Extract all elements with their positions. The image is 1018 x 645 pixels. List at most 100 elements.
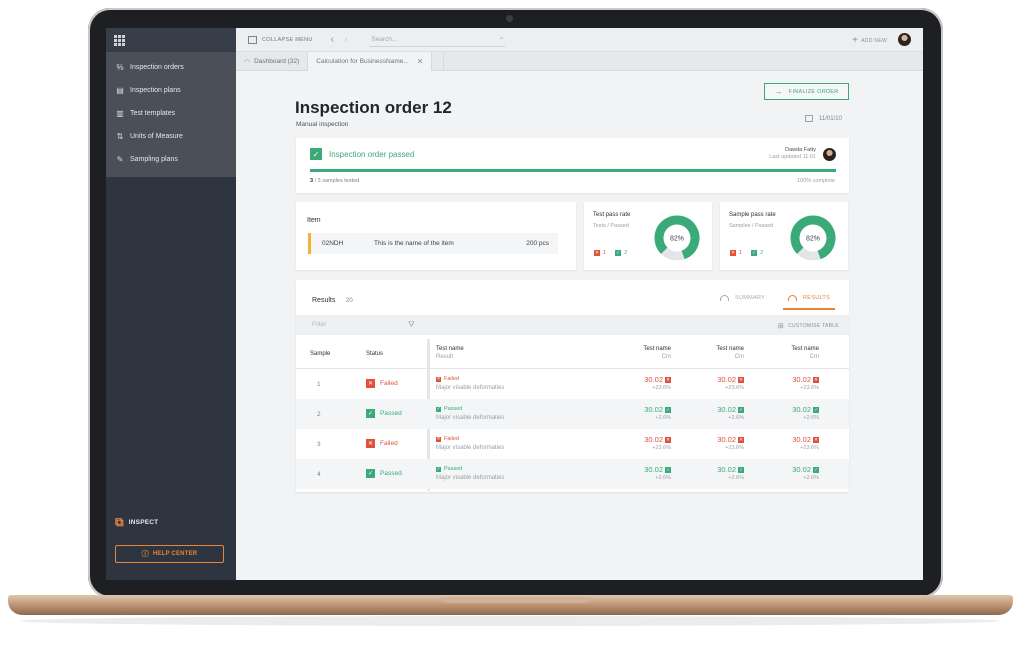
value-percent: +2.6% [803, 415, 819, 421]
value: 30.02 ✓ [631, 405, 671, 414]
results-count: 20 [346, 298, 353, 304]
status-badge: ✕ Failed [366, 379, 398, 388]
sidebar-item-units-of-measure[interactable]: ⇅ Units of Measure [106, 125, 236, 148]
value-percent: +2.6% [728, 475, 744, 481]
value-percent: +2.6% [728, 415, 744, 421]
status-badge: ✕ Failed [366, 439, 398, 448]
rate-title: Sample pass rate [729, 212, 776, 218]
finalize-label: FINALIZE ORDER [788, 88, 839, 95]
sidebar-item-sampling-plans[interactable]: ✎ Sampling plans [106, 148, 236, 171]
value-number: 30.02 [792, 405, 811, 414]
value: 30.02 ✓ [779, 405, 819, 414]
item-row[interactable]: 02NDH This is the name of the item 200 p… [308, 233, 558, 254]
header-col2-sub: Cm [734, 354, 744, 360]
tab-bar: ◠ Dashboard (32) Calculation for Busines… [236, 52, 923, 71]
search-icon[interactable]: ⌕ [500, 35, 504, 43]
table-row[interactable]: 1 ✕ Failed ✕ Failed Major visable deformaties… [296, 369, 849, 399]
search-placeholder: Search... [371, 35, 398, 43]
add-new-button[interactable]: + ADD NEW [852, 35, 887, 46]
sidebar-item-inspection-plans[interactable]: ▤ Inspection plans [106, 79, 236, 102]
failed-icon: ✕ [594, 250, 600, 256]
collapse-menu-button[interactable]: COLLAPSE MENU [248, 35, 313, 44]
sidebar-item-inspection-orders[interactable]: % Inspection orders [106, 56, 236, 79]
test-value: 30.02 ✕ +23.6% [779, 435, 819, 451]
header-col2-name: Test name [716, 346, 744, 352]
passed-icon: ✓ [738, 406, 744, 413]
table-row[interactable]: 4 ✓ Passed ✓ Passed Major visable deformaties… [296, 459, 849, 489]
back-arrow-icon[interactable]: ‹ [331, 34, 334, 45]
tab-results-label: RESULTS [803, 295, 831, 301]
results-title: Results [312, 297, 336, 304]
filter-input[interactable]: Filter [312, 321, 326, 328]
value-number: 30.02 [792, 435, 811, 444]
camera [506, 15, 513, 22]
test-value: 30.02 ✓ +2.6% [779, 465, 819, 481]
passed-icon: ✓ [813, 406, 819, 413]
forward-arrow-icon[interactable]: › [344, 34, 347, 45]
header-status: Status [366, 351, 384, 357]
passed-icon: ✓ [366, 469, 375, 478]
user-avatar[interactable] [898, 33, 911, 46]
result-text: Passed [444, 466, 463, 472]
samples-done: 3 [310, 178, 314, 184]
samples-tested: 3 / 3 samples tested [310, 178, 359, 184]
table-row[interactable]: 2 ✓ Passed ✓ Passed Major visable deformaties… [296, 399, 849, 429]
progress-bar [310, 169, 836, 172]
customise-icon: ⊞ [777, 323, 785, 330]
new-tab-button[interactable] [432, 52, 445, 71]
close-icon[interactable]: ✕ [417, 57, 424, 66]
tab-results[interactable]: RESULTS [788, 295, 830, 301]
failed-icon: ✕ [436, 436, 441, 442]
header-test-sub: Result [436, 354, 454, 360]
header-col1-sub: Cm [661, 354, 671, 360]
value-number: 30.02 [644, 435, 663, 444]
test-value: 30.02 ✕ +23.6% [704, 375, 744, 391]
value: 30.02 ✕ [631, 375, 671, 384]
passed-icon: ✓ [813, 466, 819, 473]
failed-icon: ✕ [366, 379, 375, 388]
tab-summary[interactable]: SUMMARY [720, 295, 765, 301]
document-icon: ▤ [116, 86, 124, 95]
customise-table-button[interactable]: ⊞ CUSTOMISE TABLE [778, 322, 839, 330]
table-body: 1 ✕ Failed ✕ Failed Major visable deformaties… [296, 369, 849, 489]
app-grid-icon[interactable] [114, 34, 125, 46]
passed-count: 2 [624, 250, 628, 256]
value-percent: +23.6% [800, 445, 819, 451]
search-input[interactable]: Search... ⌕ [369, 33, 506, 47]
header-sample: Sample [310, 351, 331, 357]
value-percent: +23.6% [800, 385, 819, 391]
tab-label: Calculation for BusinessName... [316, 58, 409, 65]
laptop-mockup: % Inspection orders ▤ Inspection plans ▥… [0, 0, 1018, 645]
rate-subtitle: Tests / Passed [593, 223, 629, 229]
status-text: Inspection order passed [329, 150, 415, 159]
filter-icon[interactable]: ⛛ [408, 320, 415, 330]
finalize-order-button[interactable]: → FINALIZE ORDER [764, 83, 849, 100]
sample-number: 3 [317, 441, 321, 448]
sidebar-item-label: Units of Measure [130, 133, 183, 140]
passed-icon: ✓ [436, 406, 441, 412]
value: 30.02 ✓ [779, 465, 819, 474]
summary-icon [720, 295, 729, 301]
table-row[interactable]: 3 ✕ Failed ✕ Failed Major visable deformaties… [296, 429, 849, 459]
page-subtitle: Manual inspection [296, 121, 349, 128]
laptop-shadow [20, 616, 1000, 626]
item-card: Item 02NDH This is the name of the item … [296, 202, 576, 270]
value-number: 30.02 [717, 465, 736, 474]
avatar [823, 148, 836, 161]
info-icon: ⓘ [141, 551, 149, 558]
passed-icon: ✓ [665, 406, 671, 413]
tab-dashboard[interactable]: ◠ Dashboard (32) [236, 52, 309, 71]
result-text: Passed [444, 406, 463, 412]
value-number: 30.02 [644, 405, 663, 414]
help-center-button[interactable]: ⓘ HELP CENTER [115, 545, 224, 563]
sidebar-item-test-templates[interactable]: ▥ Test templates [106, 102, 236, 125]
test-result: ✕ Failed Major visable deformaties [436, 376, 504, 391]
sidebar-header [106, 28, 236, 52]
gauge-percent: 82% [670, 236, 684, 243]
tab-calculation[interactable]: Calculation for BusinessName... ✕ [308, 52, 433, 71]
status-text: Failed [380, 380, 398, 387]
result-text: Failed [444, 436, 459, 442]
result-description: Major visable deformaties [436, 475, 505, 481]
passed-icon: ✓ [751, 250, 758, 256]
value: 30.02 ✓ [631, 465, 671, 474]
